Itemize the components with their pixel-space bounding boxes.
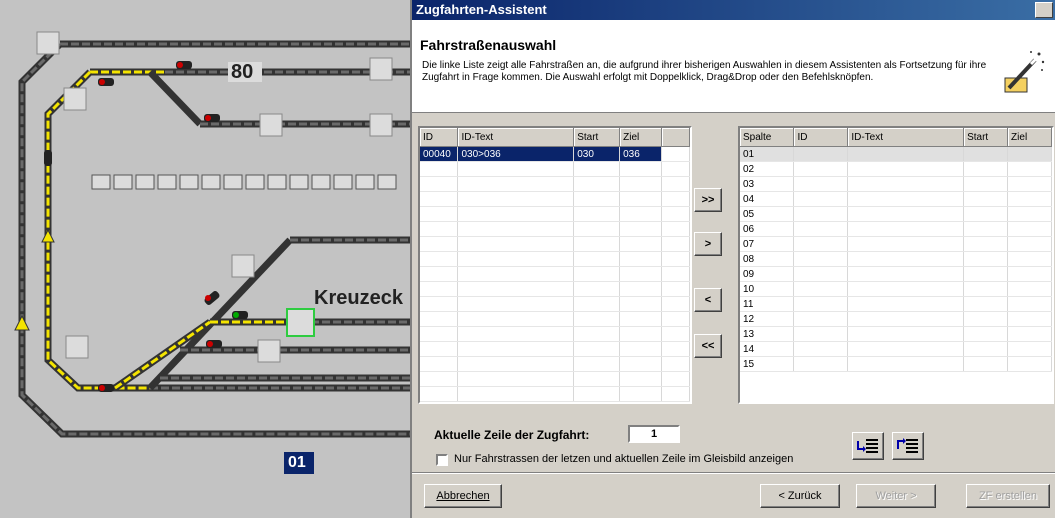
route-cell-start: 030 [573, 146, 621, 162]
delete-row-icon [897, 438, 918, 453]
switch-boxes [36, 31, 393, 363]
empty-row [420, 251, 690, 267]
show-routes-label: Nur Fahrstrassen der letzen und aktuelle… [454, 453, 794, 465]
route-cell-id: 00040 [420, 146, 459, 162]
remove-all-button[interactable]: << [694, 334, 722, 358]
column-number: 11 [740, 296, 795, 312]
column-row[interactable]: 02 [740, 161, 1052, 177]
col-header-ziel[interactable]: Ziel [1007, 128, 1052, 147]
empty-row [420, 281, 690, 297]
column-row[interactable]: 06 [740, 221, 1052, 237]
column-number: 15 [740, 356, 795, 372]
col-header-spalte[interactable]: Spalte [740, 128, 795, 147]
col-header-start[interactable]: Start [573, 128, 621, 147]
show-routes-checkbox[interactable] [436, 454, 448, 466]
col-header-id-text[interactable]: ID-Text [457, 128, 575, 147]
wizard-header: Fahrstraßenauswahl Die linke Liste zeigt… [412, 20, 1055, 113]
close-icon[interactable] [1035, 2, 1053, 18]
column-row[interactable]: 14 [740, 341, 1052, 357]
platform-blocks [91, 174, 397, 190]
route-cell-filler [661, 146, 690, 162]
column-row[interactable]: 12 [740, 311, 1052, 327]
column-row[interactable]: 09 [740, 266, 1052, 282]
col-header-start[interactable]: Start [963, 128, 1009, 147]
column-row[interactable]: 05 [740, 206, 1052, 222]
column-number: 09 [740, 266, 795, 282]
back-button[interactable]: < Zurück [760, 484, 840, 508]
insert-row-icon [857, 439, 878, 453]
wizard-dialog: Zugfahrten-Assistent Fahrstraßenauswahl … [410, 0, 1055, 518]
insert-row-button[interactable] [852, 432, 884, 460]
column-row[interactable]: 08 [740, 251, 1052, 267]
col-header-id[interactable]: ID [793, 128, 849, 147]
station-tracks [113, 236, 410, 391]
empty-row [420, 236, 690, 252]
empty-row [420, 191, 690, 207]
current-row-field: 1 [628, 425, 680, 443]
column-number: 05 [740, 206, 795, 222]
col-header-filler [661, 128, 690, 147]
column-row[interactable]: 07 [740, 236, 1052, 252]
column-number: 08 [740, 251, 795, 267]
column-number: 04 [740, 191, 795, 207]
column-number: 02 [740, 161, 795, 177]
track-diagram: 80 Kreuzeck 01 [0, 0, 410, 518]
column-number: 13 [740, 326, 795, 342]
track-number-label[interactable]: 01 [288, 454, 306, 472]
column-number: 12 [740, 311, 795, 327]
column-number: 03 [740, 176, 795, 192]
empty-row [420, 206, 690, 222]
route-row[interactable]: 00040 030>036 030 036 [420, 146, 690, 162]
dialog-title: Zugfahrten-Assistent [416, 2, 547, 17]
empty-row [420, 371, 690, 387]
empty-row [420, 326, 690, 342]
col-header-id-text[interactable]: ID-Text [847, 128, 965, 147]
empty-row [420, 266, 690, 282]
empty-row [420, 356, 690, 372]
route-cell-ziel: 036 [619, 146, 663, 162]
column-row[interactable]: 03 [740, 176, 1052, 192]
column-number: 07 [740, 236, 795, 252]
empty-row [420, 161, 690, 177]
column-row[interactable]: 15 [740, 356, 1052, 372]
column-number: 06 [740, 221, 795, 237]
delete-row-button[interactable] [892, 432, 924, 460]
column-row[interactable]: 10 [740, 281, 1052, 297]
page-description: Die linke Liste zeigt alle Fahrstraßen a… [422, 60, 987, 83]
col-header-ziel[interactable]: Ziel [619, 128, 663, 147]
selected-routes-list[interactable]: Spalte ID ID-Text Start Ziel 01 02 03 04 05 0… [738, 126, 1054, 404]
column-row[interactable]: 01 [740, 146, 1052, 162]
col-header-id[interactable]: ID [420, 128, 459, 147]
signal-number-label: 80 [231, 61, 254, 83]
dialog-titlebar[interactable]: Zugfahrten-Assistent [412, 0, 1055, 20]
column-row[interactable]: 04 [740, 191, 1052, 207]
highlighted-block [286, 308, 315, 337]
column-number: 01 [740, 146, 795, 162]
empty-row [420, 221, 690, 237]
available-routes-list[interactable]: ID ID-Text Start Ziel 00040 030>036 030 036 [418, 126, 692, 404]
footer-separator [412, 472, 1055, 474]
next-button[interactable]: Weiter > [856, 484, 936, 508]
add-button[interactable]: > [694, 232, 722, 256]
current-row-label: Aktuelle Zeile der Zugfahrt: [434, 428, 590, 442]
column-row[interactable]: 13 [740, 326, 1052, 342]
empty-row [420, 341, 690, 357]
empty-row [420, 296, 690, 312]
add-all-button[interactable]: >> [694, 188, 722, 212]
finish-button[interactable]: ZF erstellen [966, 484, 1050, 508]
column-number: 10 [740, 281, 795, 297]
empty-row [420, 311, 690, 327]
station-name-label: Kreuzeck [314, 287, 403, 309]
cancel-button[interactable]: Abbrechen [424, 484, 502, 508]
column-row[interactable]: 11 [740, 296, 1052, 312]
empty-row [420, 386, 690, 402]
column-number: 14 [740, 341, 795, 357]
remove-button[interactable]: < [694, 288, 722, 312]
route-cell-text: 030>036 [457, 146, 575, 162]
magic-wand-icon [1004, 51, 1045, 93]
empty-row [420, 176, 690, 192]
page-title: Fahrstraßenauswahl [420, 37, 557, 53]
